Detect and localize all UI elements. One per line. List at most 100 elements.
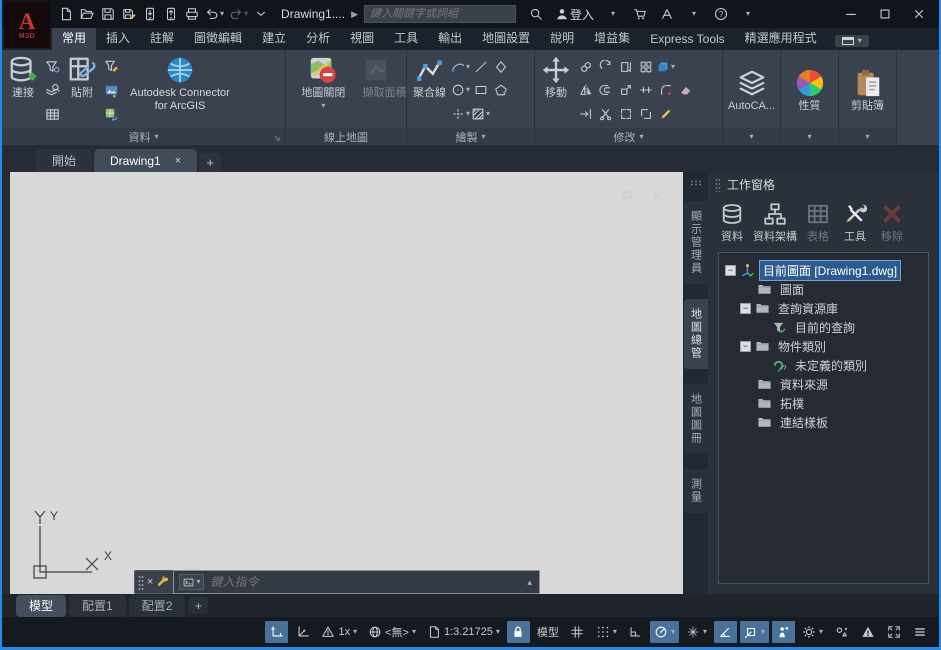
filter-tool[interactable]: [42, 56, 63, 77]
object-snap[interactable]: ▾: [740, 621, 769, 643]
properties-panel-button[interactable]: 性質: [792, 53, 828, 128]
tree-item-topology[interactable]: 拓樸: [721, 394, 926, 413]
tree-item-data-sources[interactable]: 資料來源: [721, 375, 926, 394]
capture-area-button[interactable]: 擷取面積: [358, 53, 394, 128]
tree-item-current-query[interactable]: 目前的查詢: [721, 318, 926, 337]
clean-screen[interactable]: [882, 621, 905, 643]
line-tool[interactable]: [471, 57, 490, 76]
modify-panel-label[interactable]: 修改 ▾: [535, 128, 722, 145]
point-tool[interactable]: ▾: [451, 105, 470, 124]
vtab-survey[interactable]: 測量: [684, 469, 708, 513]
open-file-button[interactable]: [77, 3, 97, 25]
map-sync-tool[interactable]: [101, 104, 122, 125]
drawing-restore-button[interactable]: [618, 184, 638, 206]
hatch-tool[interactable]: ▾: [471, 105, 490, 124]
draw-panel-label[interactable]: 繪製 ▾: [407, 128, 534, 145]
trim-tool[interactable]: [636, 81, 655, 100]
autodesk-app-caret[interactable]: ▾: [684, 3, 704, 25]
join-tool[interactable]: [616, 105, 635, 124]
tab-home[interactable]: 常用: [52, 26, 96, 50]
ortho-toggle[interactable]: [624, 621, 647, 643]
properties-panel-expand[interactable]: ▾: [781, 128, 838, 145]
connect-button[interactable]: 連接: [5, 53, 41, 128]
annotation-visibility[interactable]: [772, 621, 795, 643]
search-button[interactable]: [526, 3, 546, 25]
explode-tool[interactable]: [656, 105, 675, 124]
file-tab-drawing1[interactable]: Drawing1×: [94, 149, 197, 172]
arcgis-connector-button[interactable]: Autodesk Connector for ArcGIS: [123, 53, 237, 128]
vtab-map-explorer[interactable]: 地圖總管: [684, 299, 708, 369]
tab-feature-edit[interactable]: 圖徵編輯: [184, 26, 252, 50]
search-layers-tool[interactable]: [42, 80, 63, 101]
move-button[interactable]: 移動: [538, 53, 574, 128]
circle-tool[interactable]: ▾: [451, 81, 470, 100]
help-button[interactable]: ?: [711, 3, 731, 25]
attach-button[interactable]: 貼附: [64, 53, 100, 128]
tools-button[interactable]: 工具: [839, 202, 871, 244]
customization-menu[interactable]: [908, 621, 931, 643]
autodesk-app-button[interactable]: [657, 3, 677, 25]
insert-image-tool[interactable]: [101, 80, 122, 101]
command-input-area[interactable]: ▾ ▴: [173, 570, 540, 594]
tree-item-undefined-class[interactable]: ?未定義的類別: [721, 356, 926, 375]
tree-item-drawings[interactable]: 圖面: [721, 280, 926, 299]
command-history-button[interactable]: ▴: [525, 577, 534, 588]
tree-expander-icon[interactable]: −: [725, 265, 736, 276]
data-button[interactable]: 資料: [716, 202, 748, 244]
file-tab-start[interactable]: 開始: [36, 149, 92, 172]
array-tool[interactable]: [636, 57, 655, 76]
tree-item-query-library[interactable]: −查詢資源庫: [721, 299, 926, 318]
snap-toggle[interactable]: ▾: [592, 621, 621, 643]
polar-tracking[interactable]: ▾: [650, 621, 679, 643]
qat-more-button[interactable]: [251, 3, 271, 25]
autocad-panel-expand[interactable]: ▾: [723, 128, 780, 145]
command-input[interactable]: [210, 575, 519, 589]
viewport-scale[interactable]: 1:3.21725▾: [423, 621, 504, 643]
redo-button[interactable]: ▾: [227, 3, 250, 25]
sign-in-button[interactable]: 登入: [553, 3, 596, 25]
scale-lock[interactable]: [507, 621, 530, 643]
schema-button[interactable]: 資料架構: [753, 202, 797, 244]
tree-item-object-classes[interactable]: −物件類別: [721, 337, 926, 356]
save-as-button[interactable]: [119, 3, 139, 25]
undo-button[interactable]: ▾: [203, 3, 226, 25]
tab-insert[interactable]: 插入: [96, 26, 140, 50]
copy-tool[interactable]: [576, 57, 595, 76]
mirror-tool[interactable]: [576, 81, 595, 100]
save-button[interactable]: [98, 3, 118, 25]
layout-tab-model[interactable]: 模型: [16, 595, 66, 617]
tab-create[interactable]: 建立: [252, 26, 296, 50]
tab-help[interactable]: 說明: [540, 26, 584, 50]
tree-expander-icon[interactable]: −: [740, 341, 751, 352]
remove-button[interactable]: 移除: [876, 202, 908, 244]
fillet-tool[interactable]: [656, 81, 675, 100]
coordinates-toggle[interactable]: [265, 621, 288, 643]
minimize-button[interactable]: [841, 3, 861, 25]
new-file-button[interactable]: [56, 3, 76, 25]
clipboard-panel-button[interactable]: 剪貼簿: [848, 53, 887, 128]
command-close-button[interactable]: ×: [147, 576, 153, 588]
dialog-launcher-icon[interactable]: [273, 134, 282, 143]
drawing-minimize-button[interactable]: [589, 184, 609, 206]
ribbon-collapse-button[interactable]: ▾: [835, 35, 869, 47]
table-button[interactable]: 表格: [802, 202, 834, 244]
object-snap-tracking[interactable]: ▾: [682, 621, 711, 643]
stretch-tool[interactable]: [616, 57, 635, 76]
tab-annotate[interactable]: 註解: [140, 26, 184, 50]
layout-tab-2[interactable]: 配置2: [129, 595, 186, 617]
map-off-button[interactable]: 地圖關閉 ▾: [298, 53, 348, 128]
tab-featured-apps[interactable]: 精選應用程式: [735, 26, 827, 50]
drawing-close-button[interactable]: [647, 184, 667, 206]
isolate-objects[interactable]: [830, 621, 853, 643]
close-tab-icon[interactable]: ×: [175, 155, 181, 167]
coordinate-system[interactable]: <無>▾: [364, 621, 420, 643]
tree-item-link-templates[interactable]: 連結樣板: [721, 413, 926, 432]
workspace-settings[interactable]: ▾: [798, 621, 827, 643]
plot-button[interactable]: [182, 3, 202, 25]
task-pane-header[interactable]: 工作窗格: [708, 172, 939, 197]
erase-tool[interactable]: [676, 81, 695, 100]
maximize-button[interactable]: [875, 3, 895, 25]
application-menu-button[interactable]: A M3D: [4, 2, 50, 48]
new-layout-button[interactable]: +: [188, 597, 208, 614]
polyline-button[interactable]: 聚合線: [410, 53, 449, 128]
